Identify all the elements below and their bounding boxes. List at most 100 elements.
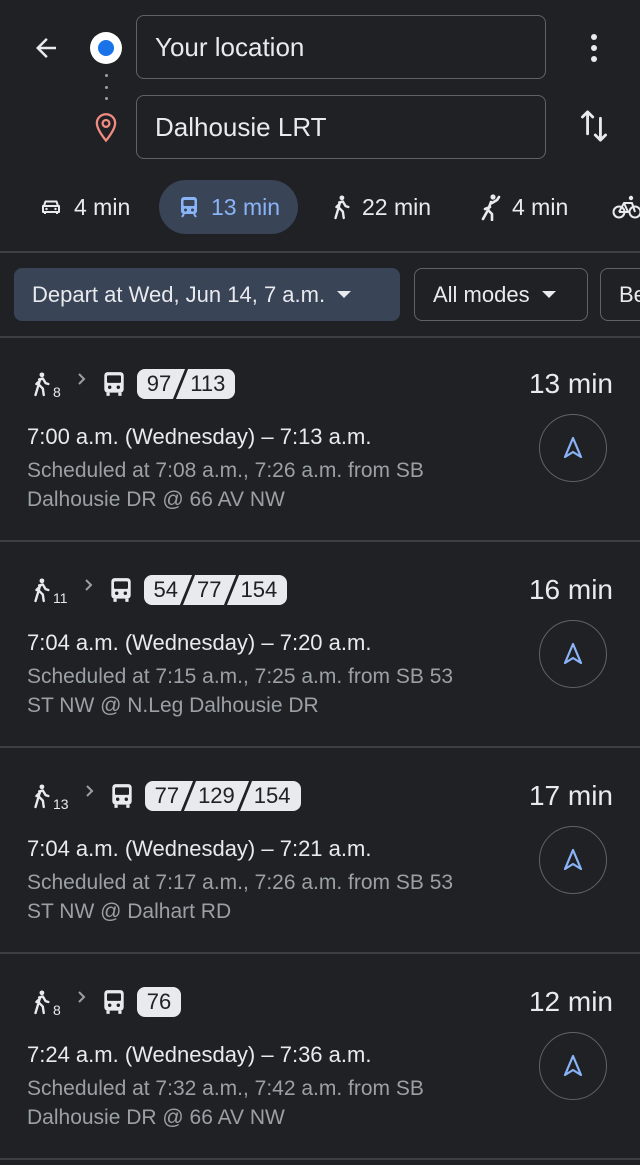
more-options-icon[interactable] bbox=[578, 26, 610, 70]
route-times: 7:04 a.m. (Wednesday) – 7:20 a.m. bbox=[27, 630, 372, 655]
route-separator-icon bbox=[180, 780, 197, 812]
chevron-down-icon bbox=[337, 291, 352, 298]
navigation-arrow-icon bbox=[563, 436, 583, 459]
navigation-arrow-icon bbox=[563, 1054, 583, 1077]
route-duration: 12 min bbox=[528, 986, 613, 1017]
route-steps: 13 77 129 154 bbox=[30, 778, 301, 814]
transit-icon bbox=[181, 197, 197, 218]
bus-route-number: 76 bbox=[146, 989, 172, 1014]
bus-route-badge: 97 113 bbox=[136, 368, 236, 400]
start-navigation-button[interactable] bbox=[539, 1032, 607, 1100]
origin-input[interactable]: Your location bbox=[136, 15, 546, 79]
route-steps: 8 97 113 bbox=[30, 366, 236, 402]
bus-route-badge: 77 129 154 bbox=[144, 780, 301, 812]
walk-icon bbox=[34, 990, 50, 1015]
start-navigation-button[interactable] bbox=[539, 414, 607, 482]
best-route-label: Be bbox=[619, 281, 640, 307]
destination-pin-icon bbox=[92, 112, 120, 144]
bus-route-number: 129 bbox=[198, 783, 235, 808]
schedule-line: Dalhousie DR @ 66 AV NW bbox=[27, 488, 285, 511]
chevron-down-icon bbox=[541, 291, 556, 298]
depart-time-chip[interactable]: Depart at Wed, Jun 14, 7 a.m. bbox=[14, 268, 400, 321]
all-modes-chip[interactable]: All modes bbox=[414, 268, 588, 321]
directions-header: Your location Dalhousie LRT 4 min 13 min… bbox=[0, 0, 640, 252]
route-option-4[interactable]: 8 76 12 min 7:24 a.m. (Wednesday) – 7:36… bbox=[0, 956, 640, 1160]
depart-time-label: Depart at Wed, Jun 14, 7 a.m. bbox=[32, 281, 326, 307]
route-divider bbox=[0, 1158, 640, 1160]
walk-icon bbox=[34, 784, 50, 809]
bus-route-number: 77 bbox=[154, 783, 180, 808]
start-navigation-button[interactable] bbox=[539, 620, 607, 688]
route-option-2[interactable]: 11 54 77 154 16 min 7:04 a.m. (Wednesday) … bbox=[0, 544, 640, 748]
route-divider bbox=[0, 952, 640, 954]
route-separator-icon bbox=[236, 780, 253, 812]
car-icon bbox=[42, 200, 60, 214]
route-steps: 8 76 bbox=[30, 984, 182, 1020]
walk-duration: 8 bbox=[53, 384, 61, 400]
walk-duration: 13 bbox=[53, 796, 69, 812]
bus-route-number: 154 bbox=[240, 577, 278, 602]
route-times: 7:00 a.m. (Wednesday) – 7:13 a.m. bbox=[27, 424, 372, 449]
destination-input[interactable]: Dalhousie LRT bbox=[136, 95, 546, 159]
bus-route-number: 113 bbox=[190, 371, 226, 396]
walk-icon bbox=[34, 578, 50, 603]
chevron-right-icon bbox=[78, 373, 86, 385]
origin-dot-icon bbox=[90, 32, 122, 64]
header-divider bbox=[0, 251, 640, 253]
route-connector-icon bbox=[104, 74, 108, 100]
start-navigation-button[interactable] bbox=[539, 826, 607, 894]
chevron-right-icon bbox=[85, 785, 93, 797]
route-separator-icon bbox=[223, 574, 239, 606]
schedule-line: Scheduled at 7:32 a.m., 7:42 a.m. from S… bbox=[27, 1077, 424, 1100]
walk-icon bbox=[34, 372, 50, 397]
walk-duration: 11 bbox=[53, 590, 68, 606]
mode-transit[interactable]: 13 min bbox=[159, 180, 299, 234]
mode-transit-label: 13 min bbox=[211, 193, 281, 220]
back-button[interactable] bbox=[24, 26, 68, 70]
bus-route-number: 154 bbox=[253, 783, 291, 808]
schedule-line: ST NW @ N.Leg Dalhousie DR bbox=[27, 694, 319, 717]
best-route-chip[interactable]: Be bbox=[600, 268, 640, 321]
mode-rideshare-label: 4 min bbox=[512, 193, 569, 220]
route-times: 7:24 a.m. (Wednesday) – 7:36 a.m. bbox=[27, 1042, 372, 1067]
bus-route-number: 97 bbox=[146, 371, 172, 396]
route-schedule: Scheduled at 7:08 a.m., 7:26 a.m. from S… bbox=[27, 456, 507, 514]
rideshare-icon bbox=[481, 194, 501, 221]
route-option-3[interactable]: 13 77 129 154 17 min 7:04 a.m. (Wednesday)… bbox=[0, 750, 640, 954]
route-duration: 13 min bbox=[528, 368, 613, 399]
route-duration: 16 min bbox=[528, 574, 613, 605]
chevron-right-icon bbox=[78, 991, 86, 1003]
route-steps: 11 54 77 154 bbox=[30, 572, 288, 608]
mode-driving-label: 4 min bbox=[74, 193, 131, 220]
route-schedule: Scheduled at 7:15 a.m., 7:25 a.m. from S… bbox=[27, 662, 507, 720]
walk-icon bbox=[334, 195, 350, 220]
bus-icon bbox=[104, 990, 124, 1014]
schedule-line: Scheduled at 7:08 a.m., 7:26 a.m. from S… bbox=[27, 459, 424, 482]
bus-icon bbox=[104, 372, 124, 396]
mode-walking[interactable]: 22 min bbox=[312, 180, 449, 234]
route-divider bbox=[0, 746, 640, 748]
route-duration: 17 min bbox=[528, 780, 613, 811]
swap-locations-icon[interactable] bbox=[572, 104, 616, 148]
mode-walking-label: 22 min bbox=[362, 193, 432, 220]
route-schedule: Scheduled at 7:32 a.m., 7:42 a.m. from S… bbox=[27, 1074, 507, 1132]
mode-driving[interactable]: 4 min bbox=[20, 180, 148, 234]
bus-route-number: 54 bbox=[153, 577, 179, 602]
bus-route-number: 77 bbox=[197, 577, 222, 602]
schedule-line: Dalhousie DR @ 66 AV NW bbox=[27, 1106, 285, 1129]
route-option-1[interactable]: 8 97 113 13 min 7:00 a.m. (Wednesday) – 7… bbox=[0, 338, 640, 542]
route-separator-icon bbox=[179, 574, 196, 606]
route-divider bbox=[0, 540, 640, 542]
route-times: 7:04 a.m. (Wednesday) – 7:21 a.m. bbox=[27, 836, 372, 861]
mode-cycling[interactable] bbox=[594, 180, 640, 234]
bus-icon bbox=[110, 578, 131, 602]
all-modes-label: All modes bbox=[433, 281, 530, 307]
back-arrow-icon bbox=[36, 38, 56, 58]
mode-rideshare[interactable]: 4 min bbox=[460, 180, 586, 234]
schedule-line: ST NW @ Dalhart RD bbox=[27, 900, 232, 923]
bus-route-badge: 54 77 154 bbox=[143, 574, 288, 606]
schedule-line: Scheduled at 7:15 a.m., 7:25 a.m. from S… bbox=[27, 665, 454, 688]
schedule-line: Scheduled at 7:17 a.m., 7:26 a.m. from S… bbox=[27, 871, 454, 894]
navigation-arrow-icon bbox=[563, 848, 583, 871]
bus-icon bbox=[111, 784, 132, 808]
